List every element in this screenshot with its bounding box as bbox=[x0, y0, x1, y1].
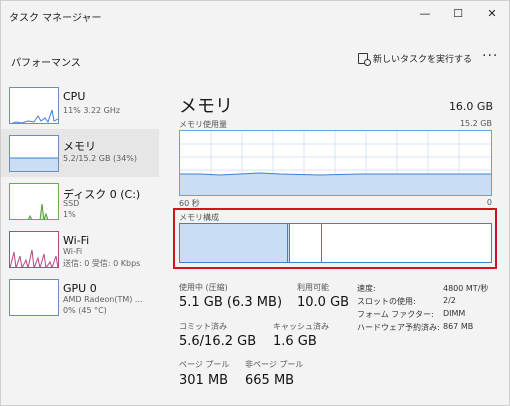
sidebar-item-detail: 送信: 0 受信: 0 Kbps bbox=[63, 259, 141, 268]
spec-label: 速度: bbox=[357, 284, 376, 293]
spec-label: スロットの使用: bbox=[357, 297, 416, 306]
available-value: 10.0 GB bbox=[297, 295, 350, 310]
sidebar: CPU 11% 3.22 GHz メモリ 5.2/15.2 GB (34%) デ… bbox=[1, 81, 159, 406]
usage-graph-max: 15.2 GB bbox=[459, 119, 492, 128]
app-title: タスク マネージャー bbox=[9, 13, 102, 24]
close-icon: ✕ bbox=[487, 6, 497, 20]
sidebar-item-label: CPU bbox=[63, 90, 86, 103]
sidebar-item-detail: 11% 3.22 GHz bbox=[63, 106, 121, 115]
sidebar-item-detail: Wi-Fi bbox=[63, 247, 83, 256]
page-title: パフォーマンス bbox=[11, 58, 81, 69]
in-use-value: 5.1 GB (6.3 MB) bbox=[179, 295, 283, 310]
nonpaged-pool-label: 非ページ プール bbox=[245, 360, 304, 369]
run-new-task-button[interactable]: 新しいタスクを実行する bbox=[358, 52, 473, 66]
composition-highlight bbox=[173, 208, 497, 269]
spec-value: 2/2 bbox=[443, 296, 456, 305]
usage-graph-label: メモリ使用量 bbox=[179, 120, 227, 129]
spec-label: ハードウェア予約済み: bbox=[357, 323, 440, 332]
sidebar-item-gpu[interactable]: GPU 0 AMD Radeon(TM) ... 0% (45 °C) bbox=[1, 273, 159, 321]
more-options-button[interactable]: ··· bbox=[482, 48, 498, 64]
committed-value: 5.6/16.2 GB bbox=[179, 334, 257, 349]
cpu-thumbnail-graph bbox=[9, 87, 59, 124]
minimize-icon: — bbox=[419, 6, 431, 20]
run-task-icon bbox=[358, 53, 371, 66]
graph-axis-right: 0 bbox=[486, 198, 492, 207]
page-header: パフォーマンス 新しいタスクを実行する ··· bbox=[1, 41, 509, 79]
gpu-thumbnail-graph bbox=[9, 279, 59, 316]
cached-label: キャッシュ済み bbox=[273, 322, 329, 331]
memory-thumbnail-graph bbox=[9, 135, 59, 172]
sidebar-item-label: GPU 0 bbox=[63, 282, 97, 295]
available-label: 利用可能 bbox=[297, 283, 329, 292]
sidebar-item-detail: SSD bbox=[63, 199, 80, 208]
minimize-button[interactable]: — bbox=[408, 1, 442, 25]
spec-value: 867 MB bbox=[443, 322, 474, 331]
maximize-button[interactable]: ☐ bbox=[441, 1, 475, 25]
title-bar: タスク マネージャー — ☐ ✕ bbox=[1, 1, 509, 29]
sidebar-item-detail: 5.2/15.2 GB (34%) bbox=[63, 154, 138, 163]
spec-value: 4800 MT/秒 bbox=[443, 284, 489, 293]
sidebar-item-detail: 1% bbox=[63, 210, 76, 219]
sidebar-item-cpu[interactable]: CPU 11% 3.22 GHz bbox=[1, 81, 159, 129]
paged-pool-value: 301 MB bbox=[179, 373, 229, 388]
in-use-label: 使用中 (圧縮) bbox=[179, 283, 228, 292]
sidebar-item-detail: 0% (45 °C) bbox=[63, 306, 107, 315]
disk-thumbnail-graph bbox=[9, 183, 59, 220]
sidebar-item-memory[interactable]: メモリ 5.2/15.2 GB (34%) bbox=[1, 129, 159, 177]
total-memory: 16.0 GB bbox=[448, 100, 493, 113]
wifi-thumbnail-graph bbox=[9, 231, 59, 268]
paged-pool-label: ページ プール bbox=[179, 360, 230, 369]
memory-usage-graph bbox=[179, 130, 492, 196]
sidebar-item-disk[interactable]: ディスク 0 (C:) SSD 1% bbox=[1, 177, 159, 225]
sidebar-item-label: メモリ bbox=[63, 140, 96, 153]
task-manager-window: タスク マネージャー — ☐ ✕ パフォーマンス 新しいタスクを実行する ···… bbox=[0, 0, 510, 406]
panel-title: メモリ bbox=[179, 96, 233, 117]
committed-label: コミット済み bbox=[179, 322, 227, 331]
spec-value: DIMM bbox=[443, 309, 466, 318]
sidebar-item-wifi[interactable]: Wi-Fi Wi-Fi 送信: 0 受信: 0 Kbps bbox=[1, 225, 159, 273]
cached-value: 1.6 GB bbox=[273, 334, 317, 349]
sidebar-item-label: Wi-Fi bbox=[63, 234, 90, 247]
nonpaged-pool-value: 665 MB bbox=[245, 373, 295, 388]
run-new-task-label: 新しいタスクを実行する bbox=[373, 55, 473, 65]
spec-label: フォーム ファクター: bbox=[357, 310, 434, 319]
sidebar-item-detail: AMD Radeon(TM) ... bbox=[63, 295, 143, 304]
maximize-icon: ☐ bbox=[453, 6, 463, 20]
close-button[interactable]: ✕ bbox=[475, 1, 509, 25]
